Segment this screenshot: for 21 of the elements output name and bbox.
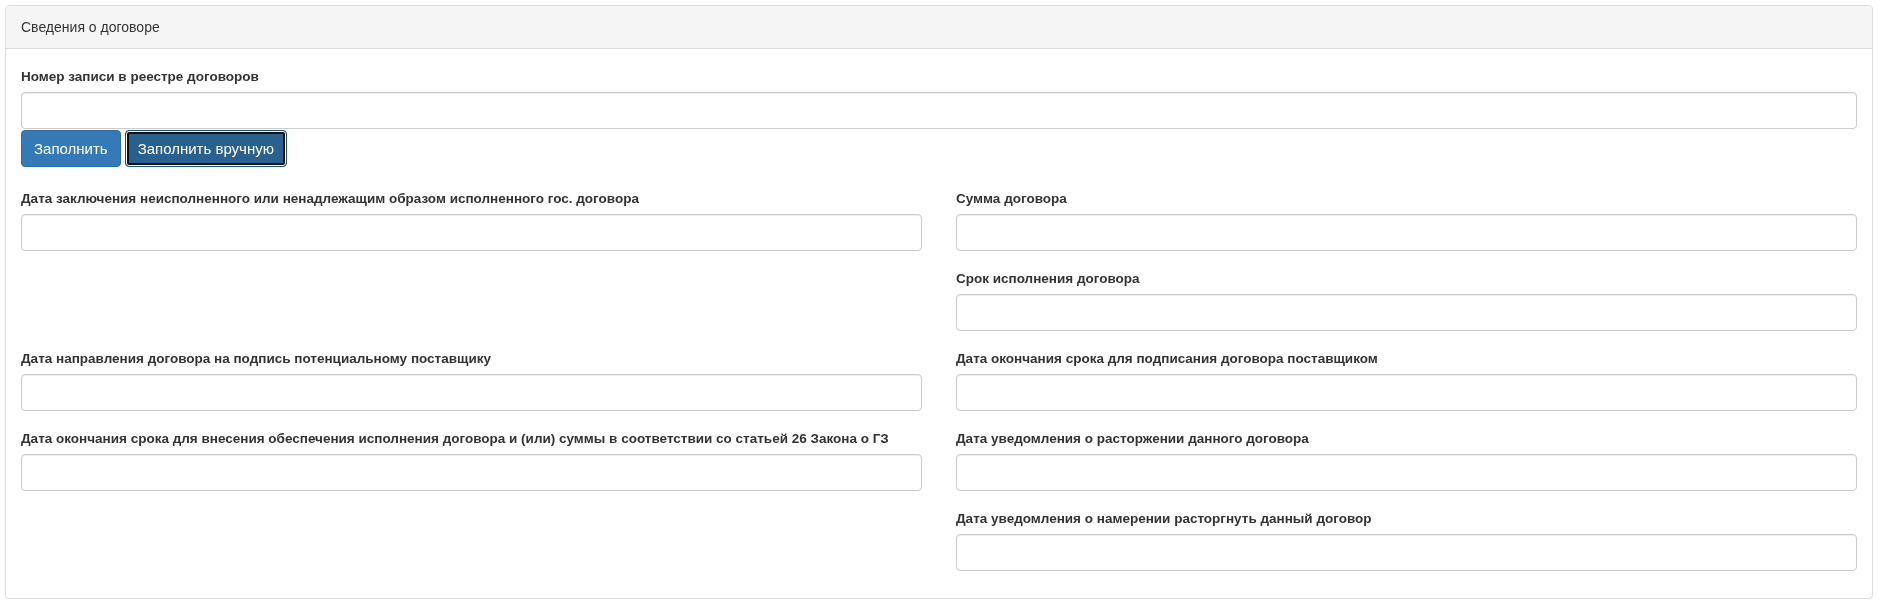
input-field[interactable] [956,534,1857,571]
input-field[interactable] [21,374,922,411]
fill-button[interactable]: Заполнить вручную [124,130,287,167]
input-field[interactable] [956,374,1857,411]
field-label: Сумма договора [956,190,1067,208]
panel-title: Сведения о договоре [21,19,160,35]
field-label: Дата уведомления о намерении расторгнуть данный договор [956,510,1372,528]
input-field[interactable] [956,214,1857,251]
input-field[interactable] [21,214,922,251]
input-field[interactable] [21,92,1857,129]
fill-button[interactable]: Заполнить [21,130,121,167]
field-label: Дата уведомления о расторжении данного договора [956,430,1309,448]
field-label: Дата окончания срока для внесения обеспечения исполнения договора и (или) суммы в соответствии со статьей 26 Закона о ГЗ [21,430,889,448]
field-label: Дата заключения неисполненного или ненадлежащим образом исполненного гос. договора [21,190,639,208]
input-field[interactable] [956,294,1857,331]
field-label: Срок исполнения договора [956,270,1140,288]
field-label: Дата окончания срока для подписания договора поставщиком [956,350,1378,368]
field-label: Дата направления договора на подпись потенциальному поставщику [21,350,491,368]
field-label: Номер записи в реестре договоров [21,68,259,86]
input-field[interactable] [956,454,1857,491]
input-field[interactable] [21,454,922,491]
